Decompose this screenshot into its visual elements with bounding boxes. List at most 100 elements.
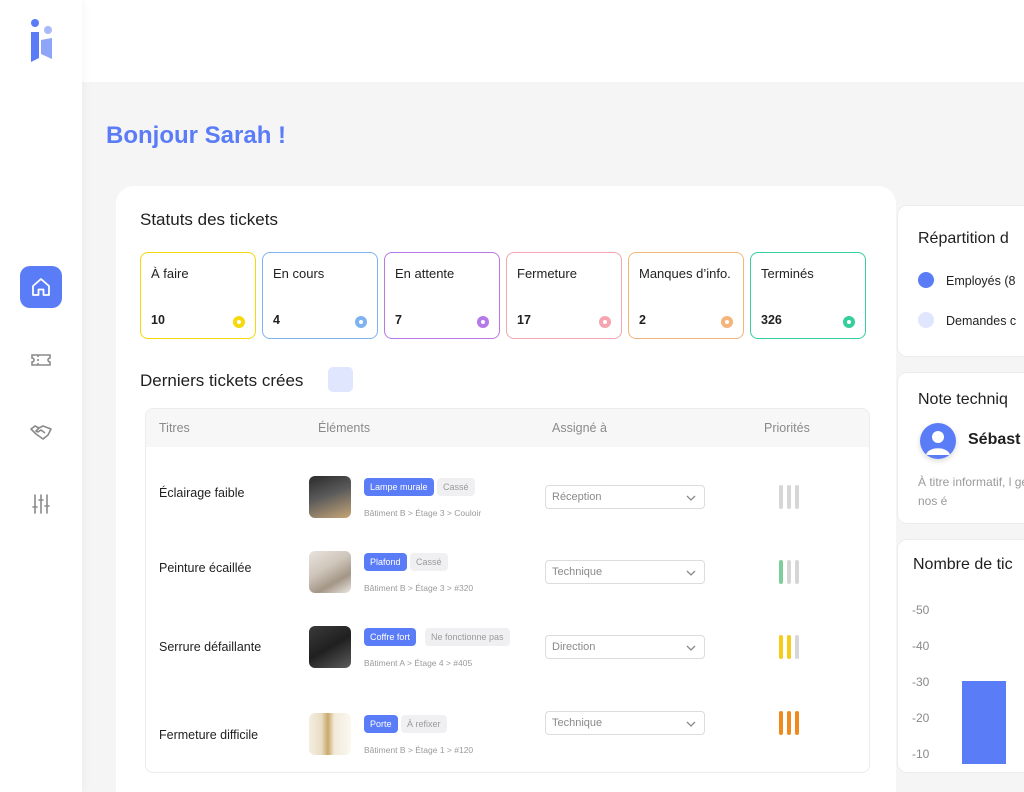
status-dot-icon: [477, 316, 489, 328]
priority-indicator: [779, 485, 799, 509]
status-count: 7: [395, 313, 402, 327]
status-dot-icon: [599, 316, 611, 328]
y-tick-label: -10: [912, 747, 930, 761]
state-tag: À refixer: [401, 715, 447, 733]
y-tick-label: -20: [912, 711, 930, 725]
recent-tickets-title: Derniers tickets crées: [140, 371, 304, 390]
repartition-title: Répartition d: [918, 230, 1009, 247]
tickets-table: Titres Éléments Assigné à Priorités Écla…: [145, 408, 870, 773]
assignee-select[interactable]: Direction: [545, 635, 705, 659]
nav-partners[interactable]: [20, 411, 62, 453]
status-label: À faire: [151, 266, 189, 281]
chart-bar[interactable]: [962, 680, 1006, 764]
ticket-thumbnail: [309, 713, 351, 755]
legend-dot-employes: [918, 272, 934, 288]
note-title: Note techniq: [918, 391, 1008, 408]
status-count: 2: [639, 313, 646, 327]
assignee-value: Réception: [552, 491, 602, 503]
column-header-elements[interactable]: Éléments: [318, 421, 370, 435]
ticket-title: Éclairage faible: [159, 486, 245, 500]
nav-settings[interactable]: [20, 483, 62, 525]
location-path: Bâtiment A > Étage 4 > #405: [364, 658, 473, 668]
ticket-thumbnail: [309, 626, 351, 668]
state-tag: Cassé: [437, 478, 475, 496]
location-path: Bâtiment B > Étage 3 > #320: [364, 583, 474, 593]
chevron-down-icon: [686, 495, 696, 501]
assignee-select[interactable]: Technique: [545, 711, 705, 735]
chevron-down-icon: [686, 721, 696, 727]
ticket-count-panel: Nombre de tic -50 -40 -30 -20 -10: [897, 539, 1024, 773]
y-tick-label: -50: [912, 603, 930, 617]
status-label: Terminés: [761, 266, 814, 281]
status-count: 326: [761, 313, 782, 327]
status-label: En attente: [395, 266, 455, 281]
status-card-termines[interactable]: Terminés 326: [750, 252, 866, 339]
state-tag: Ne fonctionne pas: [425, 628, 510, 646]
statuses-title: Statuts des tickets: [140, 210, 278, 229]
recent-tickets-badge[interactable]: [328, 367, 353, 392]
avatar[interactable]: [920, 423, 956, 459]
ticket-icon: [31, 354, 51, 366]
legend-label-employes: Employés (8: [946, 274, 1016, 288]
status-label: En cours: [273, 266, 325, 281]
nav-tickets[interactable]: [20, 339, 62, 381]
column-header-titres[interactable]: Titres: [159, 421, 190, 435]
assignee-select[interactable]: Technique: [545, 560, 705, 584]
column-header-assigne[interactable]: Assigné à: [552, 421, 607, 435]
assignee-value: Direction: [552, 641, 596, 653]
priority-indicator: [779, 635, 799, 659]
ticket-thumbnail: [309, 476, 351, 518]
status-count: 4: [273, 313, 280, 327]
status-card-manques-info[interactable]: Manques d’info. 2: [628, 252, 744, 339]
status-dot-icon: [233, 316, 245, 328]
table-row[interactable]: Serrure défaillante Coffre fort Ne fonct…: [146, 617, 869, 677]
assignee-value: Technique: [552, 566, 603, 578]
assignee-value: Technique: [552, 717, 603, 729]
status-cards: À faire 10 En cours 4 En attente 7 Ferme…: [140, 252, 866, 339]
logo-icon: [31, 19, 52, 62]
home-icon: [32, 278, 50, 296]
repartition-panel: Répartition d Employés (8 Demandes c: [897, 205, 1024, 357]
location-path: Bâtiment B > Étage 3 > Couloir: [364, 508, 482, 518]
legend-dot-demandes: [918, 312, 934, 328]
element-tag: Plafond: [364, 553, 407, 571]
note-text: À titre informatif, l générale de nos é: [918, 475, 1024, 508]
table-row[interactable]: Éclairage faible Lampe murale Cassé Bâti…: [146, 467, 869, 527]
sidebar: [0, 0, 82, 792]
note-panel: Note techniq Sébast À titre informatif, …: [897, 372, 1024, 524]
y-tick-label: -30: [912, 675, 930, 689]
priority-indicator: [779, 560, 799, 584]
ticket-title: Serrure défaillante: [159, 640, 262, 654]
element-tag: Coffre fort: [364, 628, 416, 646]
status-count: 10: [151, 313, 165, 327]
table-row[interactable]: Fermeture difficile Porte À refixer Bâti…: [146, 693, 869, 755]
nav-home[interactable]: [20, 266, 62, 308]
status-dot-icon: [355, 316, 367, 328]
note-author: Sébast: [968, 431, 1021, 448]
chevron-down-icon: [686, 645, 696, 651]
ticket-thumbnail: [309, 551, 351, 593]
top-bar: [82, 0, 1024, 82]
sliders-icon: [32, 494, 50, 514]
status-label: Fermeture: [517, 266, 577, 281]
page-greeting: Bonjour Sarah !: [106, 122, 287, 149]
element-tag: Lampe murale: [364, 478, 434, 496]
status-card-en-attente[interactable]: En attente 7: [384, 252, 500, 339]
handshake-icon: [30, 425, 52, 440]
status-label: Manques d’info.: [639, 266, 731, 281]
table-row[interactable]: Peinture écaillée Plafond Cassé Bâtiment…: [146, 542, 869, 602]
status-card-en-cours[interactable]: En cours 4: [262, 252, 378, 339]
status-card-fermeture[interactable]: Fermeture 17: [506, 252, 622, 339]
status-card-a-faire[interactable]: À faire 10: [140, 252, 256, 339]
element-tag: Porte: [364, 715, 398, 733]
user-avatar-icon: [926, 431, 950, 455]
status-dot-icon: [843, 316, 855, 328]
state-tag: Cassé: [410, 553, 448, 571]
ticket-title: Fermeture difficile: [159, 728, 259, 742]
location-path: Bâtiment B > Étage 1 > #120: [364, 745, 474, 755]
priority-indicator: [779, 711, 799, 735]
column-header-priorites[interactable]: Priorités: [764, 421, 810, 435]
table-header: Titres Éléments Assigné à Priorités: [146, 409, 869, 447]
y-tick-label: -40: [912, 639, 930, 653]
assignee-select[interactable]: Réception: [545, 485, 705, 509]
